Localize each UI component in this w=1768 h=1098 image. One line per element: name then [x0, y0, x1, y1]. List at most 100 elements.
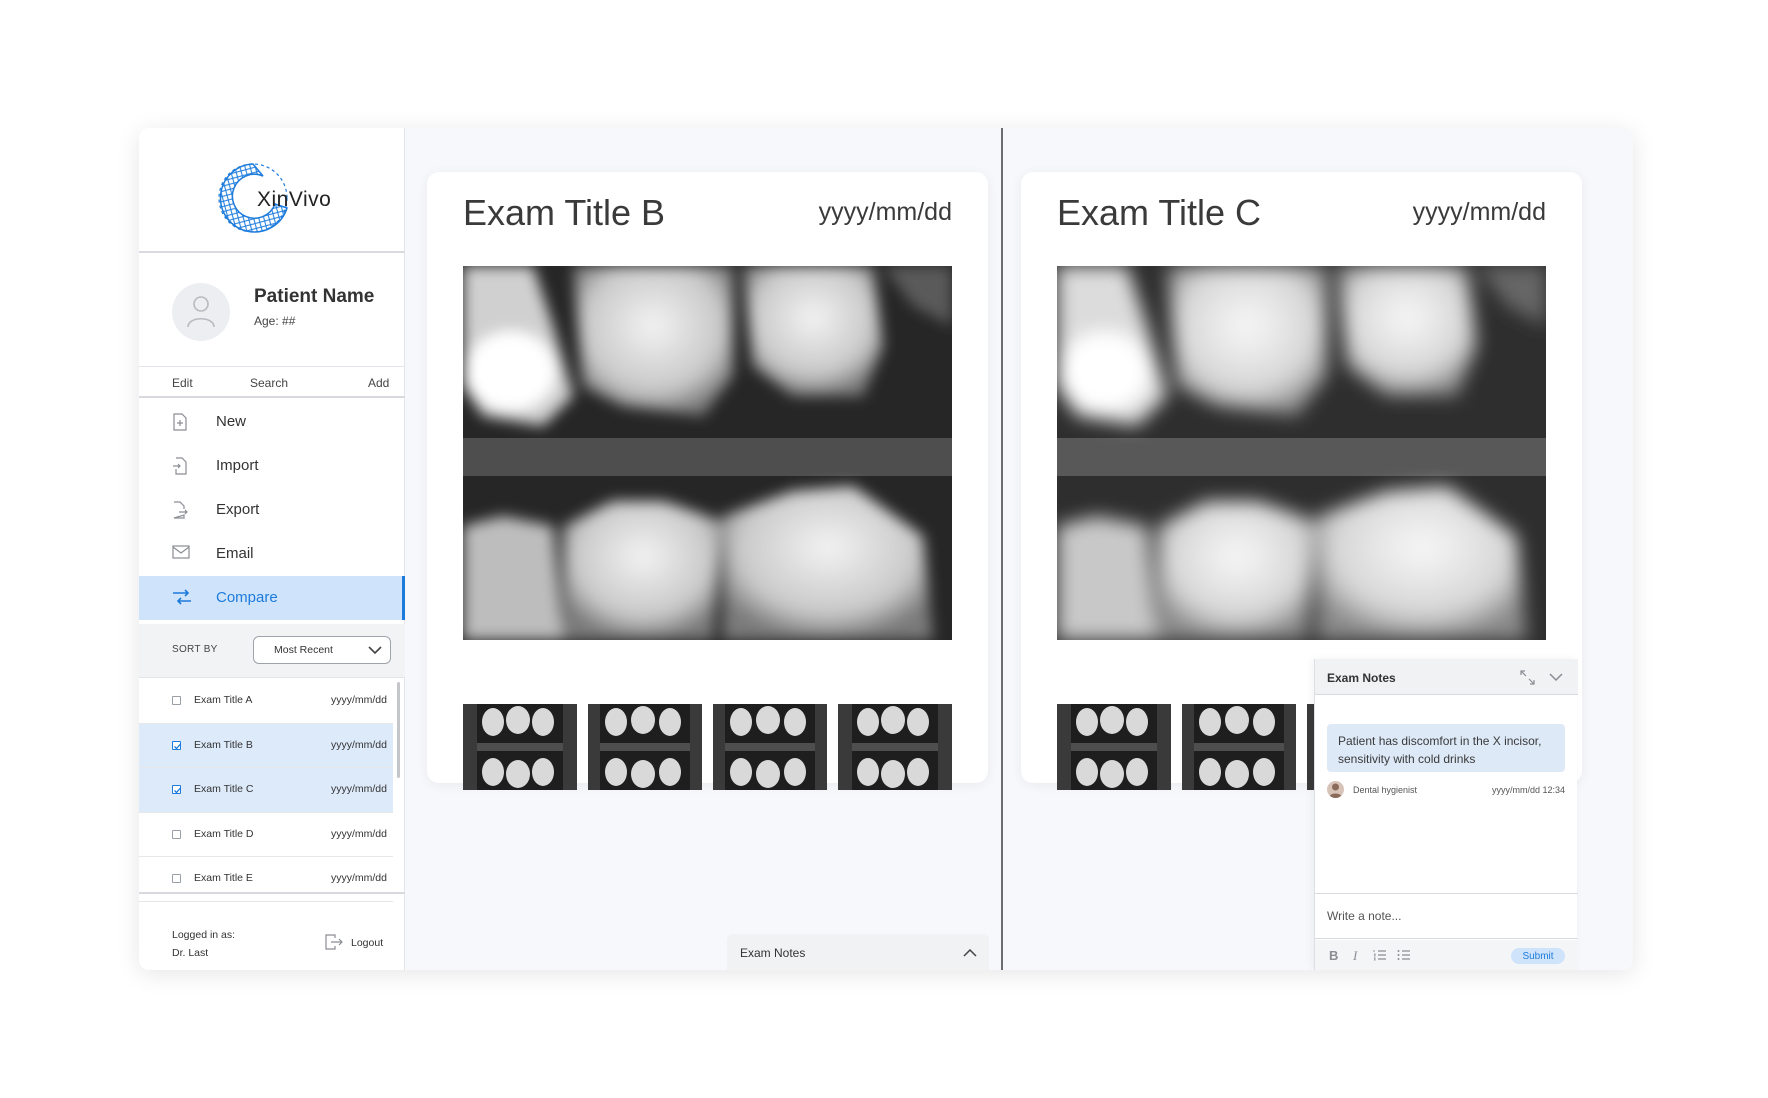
bold-button[interactable]: B [1329, 948, 1338, 963]
exam-date: yyyy/mm/dd [330, 827, 387, 840]
exam-title: Exam Title A [194, 694, 253, 706]
menu-label: Email [216, 545, 254, 562]
exam-list: Exam Title A yyyy/mm/dd Exam Title B yyy… [139, 679, 393, 902]
menu-label: Export [216, 501, 260, 518]
user-photo-icon [1329, 783, 1342, 798]
card-date: yyyy/mm/dd [818, 198, 952, 226]
new-file-icon [173, 413, 187, 431]
thumbnail[interactable] [838, 704, 952, 790]
thumbnail[interactable] [463, 704, 577, 790]
sort-value: Most Recent [274, 644, 333, 656]
notes-title: Exam Notes [1327, 671, 1396, 685]
check-icon [174, 743, 181, 749]
note-text: Patient has discomfort in the X incisor,… [1338, 734, 1542, 766]
add-link[interactable]: Add [368, 376, 389, 390]
exam-checkbox[interactable] [172, 785, 181, 794]
xray-bitewing-image [463, 266, 952, 640]
exam-notes-collapsed[interactable]: Exam Notes [727, 934, 989, 970]
user-icon [187, 296, 215, 328]
app-window: XinVivo Patient Name Age: ## Edit Search… [139, 128, 1633, 970]
patient-name: Patient Name [254, 286, 375, 307]
numbered-list-icon[interactable] [1373, 949, 1387, 961]
exam-row-a[interactable]: Exam Title A yyyy/mm/dd [139, 679, 393, 724]
notes-header: Exam Notes [1315, 659, 1578, 695]
note-message: Patient has discomfort in the X incisor,… [1327, 724, 1565, 772]
exam-list-scrollbar[interactable] [397, 682, 400, 778]
note-input-area [1315, 893, 1578, 939]
thumbnail[interactable] [713, 704, 827, 790]
exam-title: Exam Title D [194, 827, 254, 840]
expand-icon[interactable] [1520, 670, 1535, 685]
xray-thumbnail-image [713, 704, 827, 790]
thumbnail[interactable] [1057, 704, 1171, 790]
exam-row-d[interactable]: Exam Title D yyyy/mm/dd [139, 813, 393, 857]
patient-actions: Edit Search Add [139, 366, 405, 398]
thumbnail[interactable] [1182, 704, 1296, 790]
note-timestamp: yyyy/mm/dd 12:34 [1491, 785, 1565, 795]
sort-bar: SORT BY Most Recent [139, 624, 405, 678]
edit-link[interactable]: Edit [172, 376, 193, 390]
exam-date: yyyy/mm/dd [330, 738, 387, 751]
notes-title: Exam Notes [740, 946, 806, 960]
sidebar: XinVivo Patient Name Age: ## Edit Search… [139, 128, 405, 970]
search-link[interactable]: Search [250, 376, 288, 390]
exam-notes-panel: Exam Notes Patient has discomfort in the… [1314, 659, 1578, 970]
menu-item-compare[interactable]: Compare [139, 576, 405, 620]
xray-thumbnail-image [1057, 704, 1171, 790]
logged-in-user: Dr. Last [172, 947, 209, 959]
export-file-icon [173, 501, 188, 519]
exam-date: yyyy/mm/dd [330, 872, 387, 884]
import-file-icon [173, 457, 187, 475]
thumbnail-strip [463, 704, 952, 790]
logout-icon [325, 934, 343, 950]
email-icon [172, 545, 190, 559]
card-title: Exam Title B [463, 192, 666, 233]
exam-title: Exam Title B [194, 738, 253, 751]
exam-title: Exam Title E [194, 872, 253, 884]
exam-title: Exam Title C [194, 783, 254, 795]
menu-item-export[interactable]: Export [139, 488, 405, 532]
menu-item-new[interactable]: New [139, 400, 405, 444]
xray-thumbnail-image [838, 704, 952, 790]
logo: XinVivo [139, 128, 405, 253]
chevron-down-icon [368, 646, 382, 655]
exam-checkbox[interactable] [172, 829, 181, 839]
note-toolbar: B I Submit [1315, 940, 1578, 970]
menu-label: New [216, 413, 247, 430]
patient-avatar [172, 283, 230, 341]
submit-button[interactable]: Submit [1511, 948, 1565, 964]
note-input[interactable] [1315, 894, 1578, 938]
brand-name: XinVivo [257, 188, 332, 211]
logged-in-label: Logged in as: [172, 929, 236, 941]
xray-bitewing-image [1057, 266, 1546, 640]
logout-label: Logout [351, 937, 384, 949]
sort-dropdown[interactable]: Most Recent [253, 636, 391, 664]
thumbnail[interactable] [588, 704, 702, 790]
check-icon [174, 787, 181, 794]
bullet-list-icon[interactable] [1397, 949, 1411, 961]
chevron-up-icon [963, 949, 977, 957]
xray-thumbnail-image [588, 704, 702, 790]
logout-button[interactable]: Logout [325, 934, 383, 955]
compare-arrows-icon [173, 589, 191, 605]
exam-row-b[interactable]: Exam Title B yyyy/mm/dd [139, 723, 393, 768]
menu-item-import[interactable]: Import [139, 444, 405, 488]
menu-item-email[interactable]: Email [139, 532, 405, 576]
exam-checkbox[interactable] [172, 874, 181, 883]
xray-image[interactable] [463, 266, 952, 640]
exam-card-b: Exam Title B yyyy/mm/dd [427, 172, 988, 790]
sidebar-menu: New Import Export Email Compare [139, 400, 405, 620]
exam-date: yyyy/mm/dd [330, 694, 387, 706]
author-avatar [1327, 781, 1344, 798]
exam-checkbox[interactable] [172, 696, 181, 705]
menu-label: Import [216, 457, 259, 474]
chevron-down-icon[interactable] [1549, 673, 1563, 681]
sidebar-footer: Logged in as: Dr. Last Logout [139, 892, 405, 970]
exam-date: yyyy/mm/dd [330, 783, 387, 795]
compare-divider [1001, 128, 1003, 970]
xray-thumbnail-image [1182, 704, 1296, 790]
italic-button[interactable]: I [1353, 948, 1357, 964]
exam-checkbox[interactable] [172, 740, 181, 750]
exam-row-c[interactable]: Exam Title C yyyy/mm/dd [139, 768, 393, 813]
xray-image[interactable] [1057, 266, 1546, 640]
